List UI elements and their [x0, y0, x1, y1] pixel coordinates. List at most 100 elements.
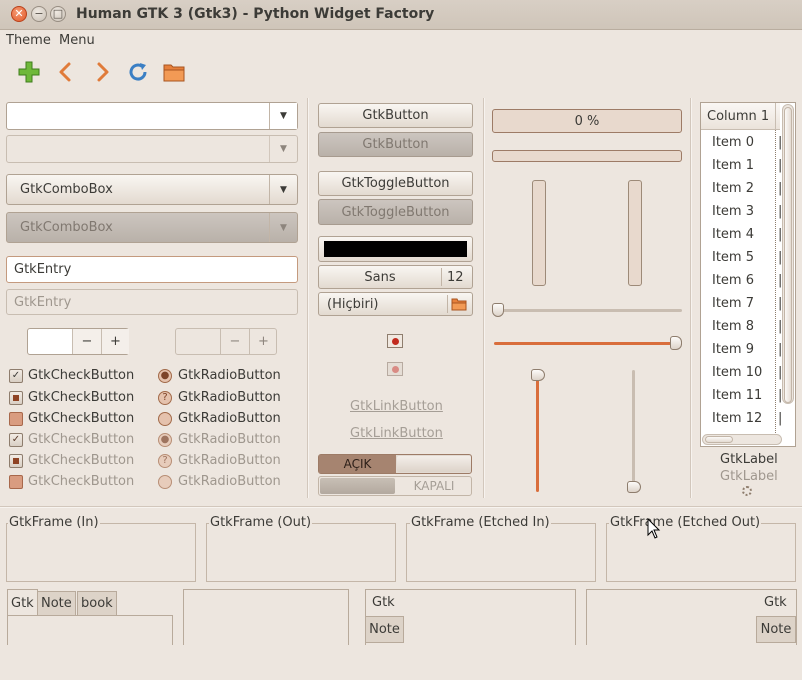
vertical-scrollbar-thumb[interactable]: [784, 107, 792, 403]
check-button-mixed[interactable]: [9, 391, 23, 405]
radio-button-selected[interactable]: ●: [158, 369, 172, 383]
combo-entry[interactable]: ▼: [6, 102, 298, 130]
column-header[interactable]: Column 1: [701, 103, 776, 130]
vscale-slider-handle[interactable]: [531, 369, 545, 381]
chevron-down-icon[interactable]: ▼: [269, 103, 297, 129]
column-header-extra: [776, 103, 780, 130]
frame-etched-in-label: GtkFrame (Etched In): [410, 515, 551, 530]
horizontal-scrollbar[interactable]: [702, 434, 782, 445]
hscale-trough[interactable]: [494, 309, 682, 312]
check-button-checked[interactable]: ✓: [9, 369, 23, 383]
link-button-disabled: GtkLinkButton: [350, 426, 443, 441]
progress-bar-thin: [492, 150, 682, 162]
check-button-unchecked[interactable]: [9, 412, 23, 426]
back-icon[interactable]: [54, 60, 78, 84]
tree-row[interactable]: Item 4: [712, 227, 754, 242]
chevron-down-icon: ▼: [269, 213, 297, 242]
gtk-button[interactable]: GtkButton: [318, 103, 473, 128]
radio-label-disabled: GtkRadioButton: [178, 432, 281, 447]
menu-menu[interactable]: Menu: [59, 33, 95, 48]
spin-plus-button[interactable]: +: [101, 329, 129, 354]
notebook1-tab-book[interactable]: book: [77, 591, 117, 615]
vertical-progress-bar: [532, 180, 546, 286]
spin-minus-button[interactable]: −: [72, 329, 101, 354]
radio-button-unselected-disabled: [158, 475, 172, 489]
color-swatch: [324, 241, 467, 257]
tree-row[interactable]: Item 3: [712, 204, 754, 219]
horizontal-scrollbar-thumb[interactable]: [705, 436, 733, 443]
text-entry-disabled: GtkEntry: [6, 289, 298, 315]
vscale-trough[interactable]: [632, 370, 635, 492]
text-entry-disabled-value: GtkEntry: [14, 294, 72, 310]
tree-row-second-column: |: [778, 342, 783, 357]
tree-row[interactable]: Item 2: [712, 181, 754, 196]
switch-off-label: KAPALI: [413, 479, 455, 493]
check-button-unchecked-disabled: [9, 475, 23, 489]
notebook4-tab-note[interactable]: Note: [756, 616, 796, 643]
maximize-window-button[interactable]: □: [50, 6, 66, 22]
hscale-trough-filled[interactable]: [494, 342, 682, 345]
font-button[interactable]: Sans 12: [318, 265, 473, 289]
toggle-button[interactable]: GtkToggleButton: [318, 171, 473, 196]
combo-box[interactable]: GtkComboBox ▼: [6, 174, 298, 205]
radio-button-selected-disabled: ●: [158, 433, 172, 447]
file-chooser-button[interactable]: (Hiçbiri): [318, 292, 473, 316]
tree-row[interactable]: Item 7: [712, 296, 754, 311]
notebook1-page: [7, 615, 173, 645]
tree-row-second-column: |: [778, 181, 783, 196]
tree-row[interactable]: Item 12: [712, 411, 762, 426]
record-button[interactable]: [387, 334, 403, 348]
mouse-pointer-icon: [647, 517, 661, 544]
switch-handle[interactable]: [397, 456, 471, 472]
forward-icon[interactable]: [90, 60, 114, 84]
tree-row-second-column: |: [778, 250, 783, 265]
chevron-down-icon[interactable]: ▼: [269, 175, 297, 204]
check-label: GtkCheckButton: [28, 390, 135, 405]
font-name: Sans: [364, 269, 396, 285]
menu-theme[interactable]: Theme: [6, 33, 51, 48]
switch-on[interactable]: AÇIK: [318, 454, 472, 474]
switch-handle-disabled: [320, 478, 395, 494]
tree-row[interactable]: Item 5: [712, 250, 754, 265]
notebook3-tab-gtk[interactable]: Gtk: [372, 595, 395, 610]
notebook4-tab-gtk[interactable]: Gtk: [764, 595, 787, 610]
notebook1-tab-gtk[interactable]: Gtk: [7, 589, 38, 616]
vertical-progress-bar: [628, 180, 642, 286]
tree-row[interactable]: Item 1: [712, 158, 754, 173]
minimize-window-button[interactable]: −: [31, 6, 47, 22]
spin-plus-disabled: +: [249, 329, 277, 354]
radio-button-unselected[interactable]: [158, 412, 172, 426]
tree-row[interactable]: Item 6: [712, 273, 754, 288]
hscale-slider-handle[interactable]: [670, 336, 682, 350]
add-icon[interactable]: [17, 60, 41, 84]
record-button-disabled: [387, 362, 403, 376]
open-folder-icon[interactable]: [162, 60, 186, 84]
gtk-label-disabled: GtkLabel: [720, 469, 778, 484]
tree-row-second-column: |: [778, 296, 783, 311]
combo-box-disabled: GtkComboBox ▼: [6, 212, 298, 243]
column-separator: [307, 98, 308, 498]
link-button[interactable]: GtkLinkButton: [350, 399, 443, 414]
tree-row[interactable]: Item 8: [712, 319, 754, 334]
notebook2-page: [183, 589, 349, 645]
vscale-trough-filled[interactable]: [536, 372, 539, 492]
color-button[interactable]: [318, 236, 473, 262]
vertical-scrollbar[interactable]: [782, 104, 794, 404]
frame-etched-in: [406, 523, 596, 582]
vscale-slider-handle[interactable]: [627, 481, 641, 493]
hscale-slider-handle[interactable]: [492, 303, 504, 317]
close-window-button[interactable]: ✕: [11, 6, 27, 22]
font-button-divider: [441, 268, 442, 286]
notebook3-tab-note[interactable]: Note: [365, 616, 404, 643]
combo-box-disabled-label: GtkComboBox: [20, 220, 113, 235]
tree-row[interactable]: Item 0: [712, 135, 754, 150]
tree-row[interactable]: Item 10: [712, 365, 762, 380]
radio-button-inconsistent[interactable]: ?: [158, 391, 172, 405]
tree-row[interactable]: Item 9: [712, 342, 754, 357]
text-entry[interactable]: GtkEntry: [6, 256, 298, 283]
spin-button[interactable]: − +: [27, 328, 129, 355]
refresh-icon[interactable]: [126, 60, 150, 84]
window-title: Human GTK 3 (Gtk3) - Python Widget Facto…: [76, 6, 435, 22]
tree-row[interactable]: Item 11: [712, 388, 762, 403]
notebook1-tab-note[interactable]: Note: [37, 591, 76, 615]
